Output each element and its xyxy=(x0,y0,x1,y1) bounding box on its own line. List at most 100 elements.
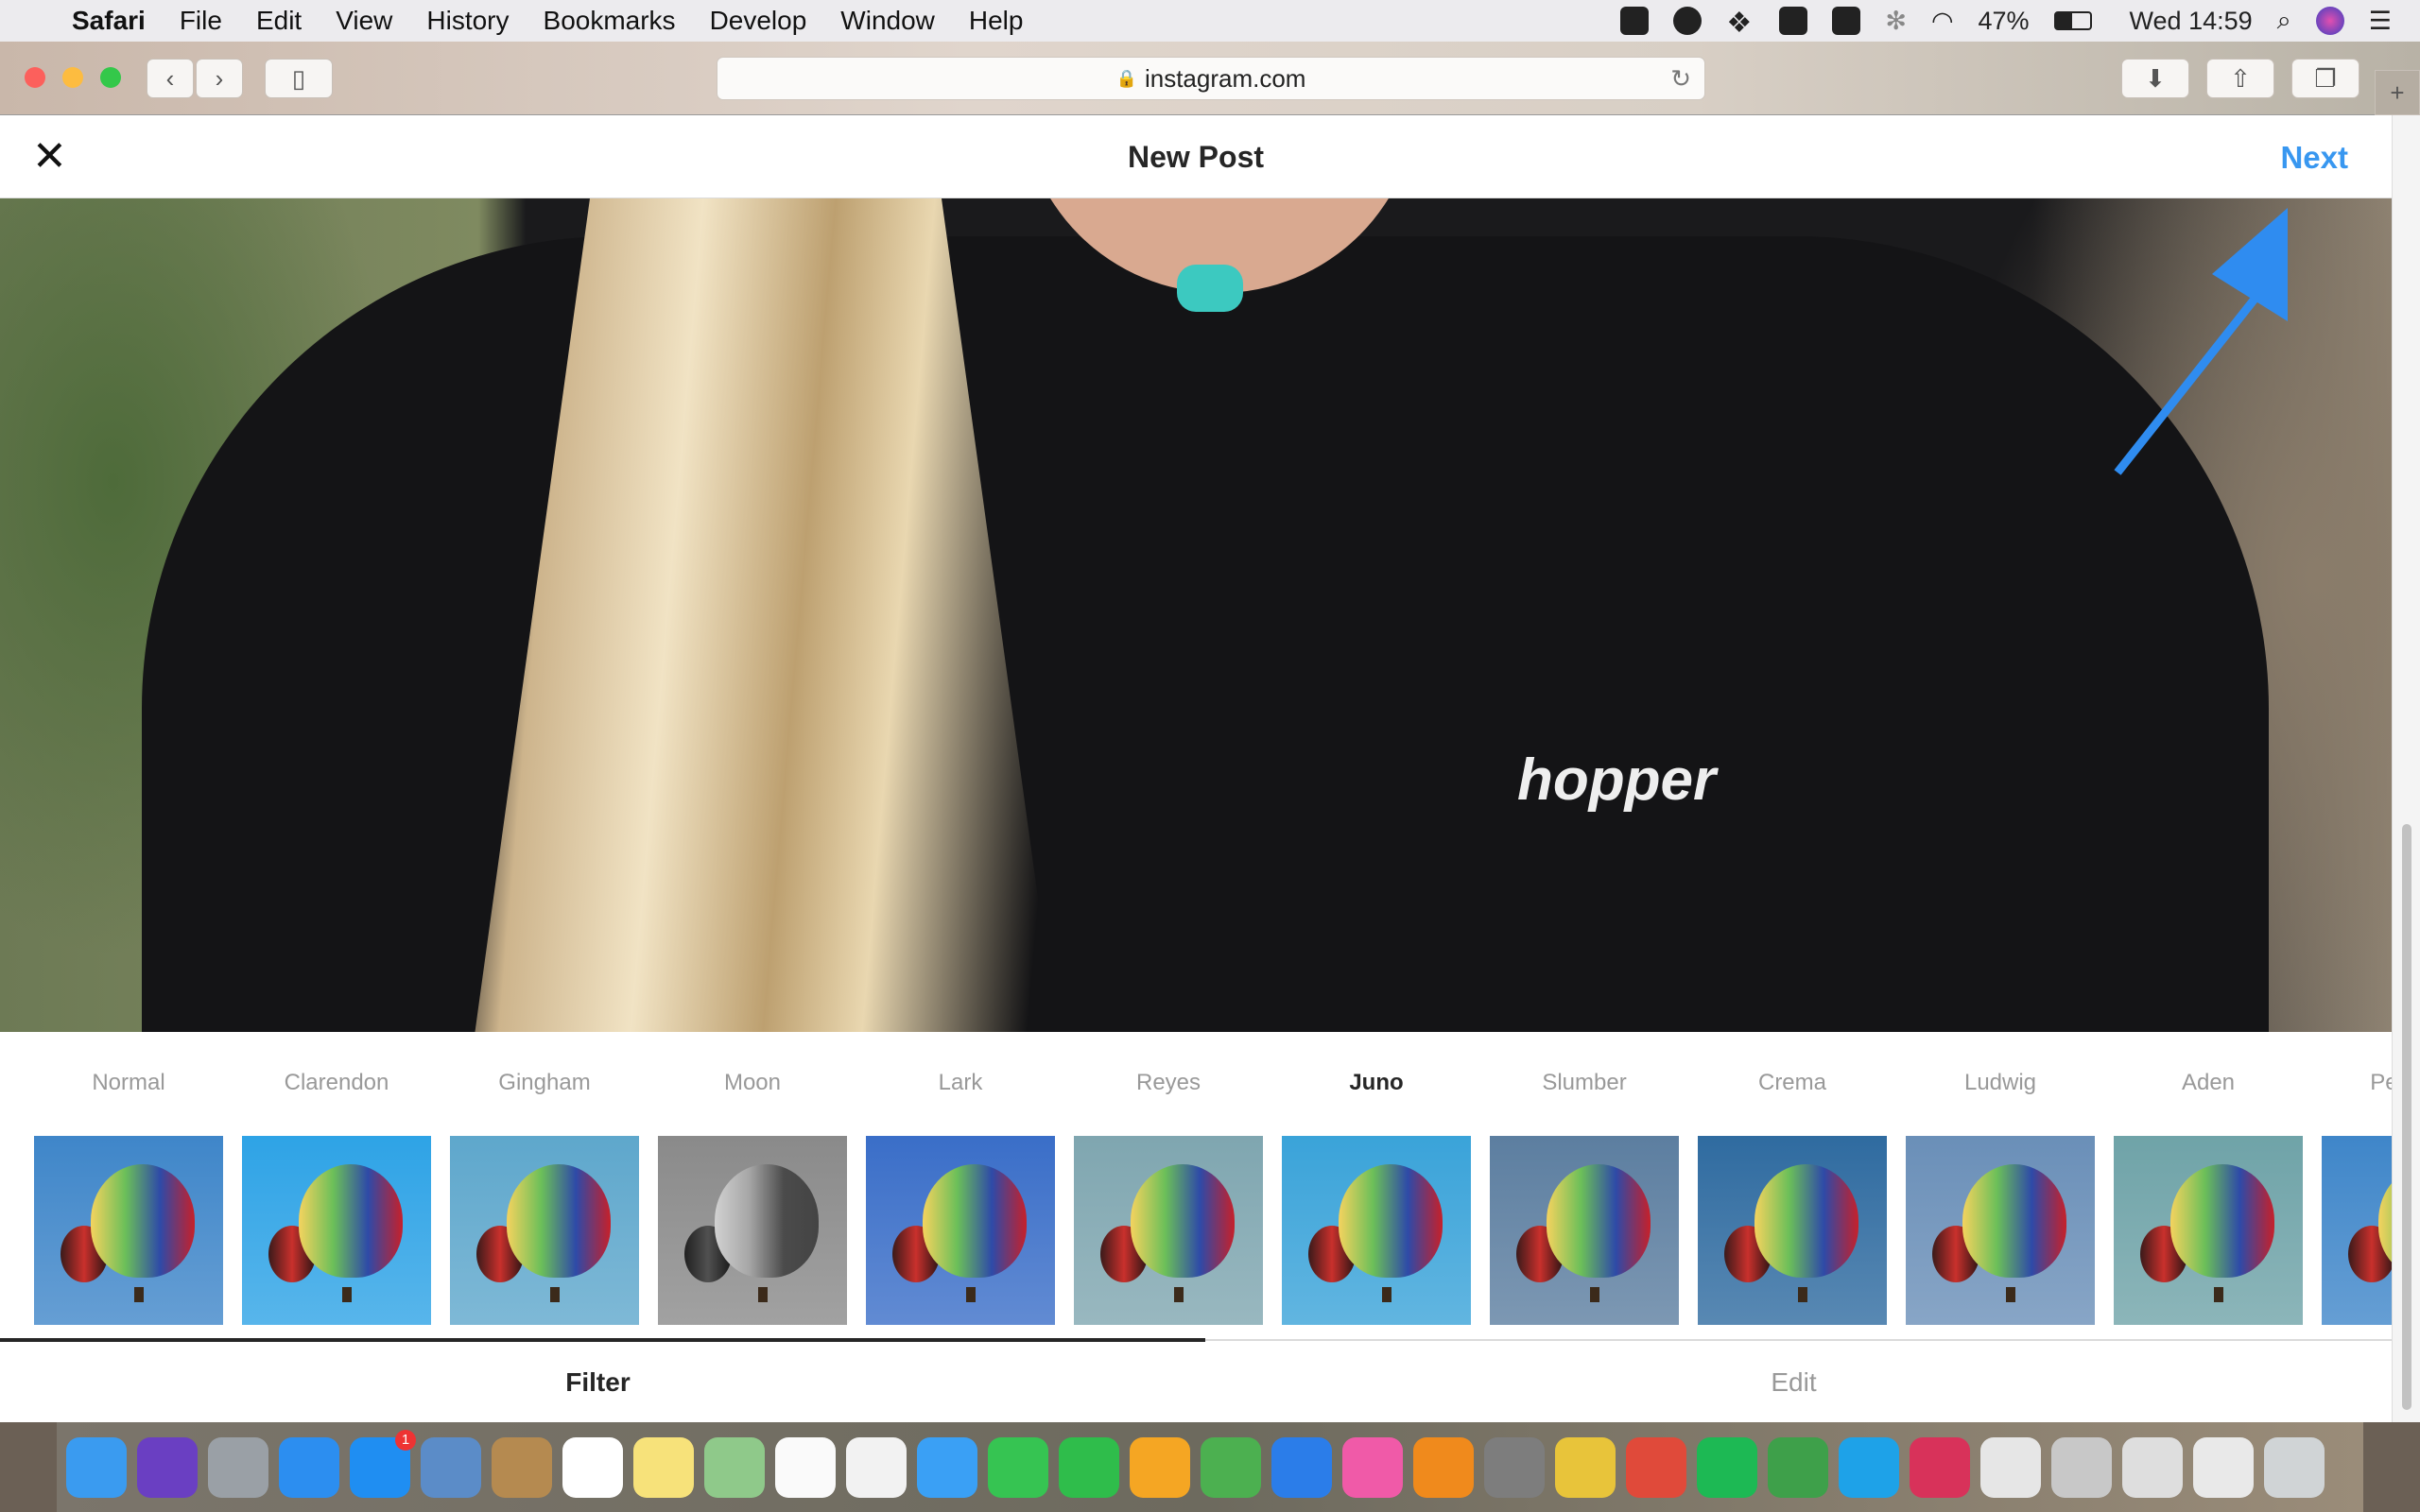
filter-crema[interactable]: Crema xyxy=(1698,1032,1887,1325)
filter-thumbnail[interactable] xyxy=(1282,1136,1471,1325)
evernote-status-icon[interactable] xyxy=(1779,7,1808,35)
filter-slumber[interactable]: Slumber xyxy=(1490,1032,1679,1325)
dock-ibooks-icon[interactable] xyxy=(1413,1436,1474,1498)
dock-itunes-icon[interactable] xyxy=(1342,1436,1403,1498)
filter-reyes[interactable]: Reyes xyxy=(1074,1032,1263,1325)
minimize-window-button[interactable] xyxy=(62,67,83,88)
filter-moon[interactable]: Moon xyxy=(658,1032,847,1325)
dock-finder-icon[interactable] xyxy=(66,1436,127,1498)
dock-preview-icon[interactable] xyxy=(421,1436,481,1498)
reload-icon[interactable]: ↻ xyxy=(1670,64,1691,94)
spotlight-search-icon[interactable]: ⌕ xyxy=(2277,6,2291,36)
filter-thumbnail[interactable] xyxy=(658,1136,847,1325)
dock-notes-icon[interactable] xyxy=(633,1436,694,1498)
zoom-window-button[interactable] xyxy=(100,67,121,88)
filter-lark[interactable]: Lark xyxy=(866,1032,1055,1325)
basket xyxy=(550,1287,560,1302)
dock-contacts-icon[interactable] xyxy=(492,1436,552,1498)
bluetooth-icon[interactable]: ✻ xyxy=(1885,7,1907,36)
filter-thumbnail[interactable] xyxy=(242,1136,431,1325)
next-button[interactable]: Next xyxy=(2280,140,2348,176)
editor-tabs: Filter Edit xyxy=(0,1338,2392,1422)
airmail-status-icon[interactable] xyxy=(1620,7,1650,35)
forward-button[interactable]: › xyxy=(196,59,243,98)
dock-maps-icon[interactable] xyxy=(704,1436,765,1498)
skype-status-icon[interactable] xyxy=(1673,7,1703,35)
menu-edit[interactable]: Edit xyxy=(256,6,302,36)
dock-slides-icon[interactable] xyxy=(1555,1436,1616,1498)
battery-icon[interactable] xyxy=(2053,11,2092,30)
tab-edit[interactable]: Edit xyxy=(1196,1367,2392,1398)
dock-pages-icon[interactable] xyxy=(1130,1436,1190,1498)
dock-photos-icon[interactable] xyxy=(846,1436,907,1498)
dock-numbers-icon[interactable] xyxy=(1201,1436,1261,1498)
tabs-overview-button[interactable]: ❐ xyxy=(2291,59,2360,98)
downloads-button[interactable]: ⬇ xyxy=(2121,59,2189,98)
filter-ludwig[interactable]: Ludwig xyxy=(1906,1032,2095,1325)
wifi-icon[interactable]: ◠ xyxy=(1931,7,1954,36)
dock-keynote-icon[interactable] xyxy=(1271,1436,1332,1498)
share-button[interactable]: ⇧ xyxy=(2206,59,2274,98)
dock-whatsapp-icon[interactable] xyxy=(1059,1436,1119,1498)
filter-aden[interactable]: Aden xyxy=(2114,1032,2303,1325)
basket xyxy=(758,1287,768,1302)
filter-thumbnail[interactable] xyxy=(1698,1136,1887,1325)
filter-thumbnail[interactable] xyxy=(1490,1136,1679,1325)
dock-window-4-icon[interactable] xyxy=(2193,1436,2254,1498)
clock[interactable]: Wed 14:59 xyxy=(2130,7,2253,36)
dock-airmail-icon[interactable] xyxy=(1910,1436,1970,1498)
back-button[interactable]: ‹ xyxy=(147,59,194,98)
siri-icon[interactable] xyxy=(2315,7,2344,35)
filter-normal[interactable]: Normal xyxy=(34,1032,223,1325)
filter-thumbnail[interactable] xyxy=(450,1136,639,1325)
menu-app-name[interactable]: Safari xyxy=(72,6,146,36)
dock-reminders-icon[interactable] xyxy=(775,1436,836,1498)
dock-skype-icon[interactable] xyxy=(1839,1436,1899,1498)
address-bar[interactable]: 🔒 instagram.com ↻ xyxy=(717,57,1705,100)
filter-thumbnail[interactable] xyxy=(1906,1136,2095,1325)
dock-window-3-icon[interactable] xyxy=(2122,1436,2183,1498)
dock-safari-icon[interactable] xyxy=(279,1436,339,1498)
filter-juno[interactable]: Juno xyxy=(1282,1032,1471,1325)
dock-messages-icon[interactable] xyxy=(917,1436,977,1498)
sidebar-button[interactable]: ▯ xyxy=(265,59,333,98)
dock-window-1-icon[interactable] xyxy=(1980,1436,2041,1498)
page-scrollbar[interactable] xyxy=(2392,115,2420,1422)
filter-thumbnail[interactable] xyxy=(34,1136,223,1325)
filter-clarendon[interactable]: Clarendon xyxy=(242,1032,431,1325)
filter-gingham[interactable]: Gingham xyxy=(450,1032,639,1325)
notification-center-icon[interactable]: ☰ xyxy=(2369,7,2392,36)
dock-trash-icon[interactable] xyxy=(2264,1436,2325,1498)
tab-filter[interactable]: Filter xyxy=(0,1367,1196,1398)
menu-window[interactable]: Window xyxy=(840,6,935,36)
dropbox-icon[interactable]: ❖ xyxy=(1726,7,1754,39)
menu-view[interactable]: View xyxy=(336,6,392,36)
menu-bookmarks[interactable]: Bookmarks xyxy=(544,6,676,36)
dock-calendar-icon[interactable] xyxy=(562,1436,623,1498)
filter-thumbnail[interactable] xyxy=(866,1136,1055,1325)
dock-evernote-icon[interactable] xyxy=(1768,1436,1828,1498)
dock-system-preferences-icon[interactable] xyxy=(1484,1436,1545,1498)
google-drive-icon[interactable] xyxy=(1832,7,1861,35)
dock-facetime-icon[interactable] xyxy=(988,1436,1048,1498)
menu-file[interactable]: File xyxy=(180,6,222,36)
dock-spotify-icon[interactable] xyxy=(1697,1436,1757,1498)
menu-help[interactable]: Help xyxy=(969,6,1024,36)
basket xyxy=(1798,1287,1807,1302)
close-window-button[interactable] xyxy=(25,67,45,88)
dock-chrome-icon[interactable] xyxy=(1626,1436,1686,1498)
menu-develop[interactable]: Develop xyxy=(710,6,807,36)
filter-label: Crema xyxy=(1757,1070,1826,1095)
browser-toolbar: ‹ › ▯ 🔒 instagram.com ↻ ⬇ ⇧ ❐ + xyxy=(0,42,2420,115)
dock: 1 xyxy=(57,1422,2363,1512)
new-tab-button[interactable]: + xyxy=(2375,70,2420,115)
dock-launchpad-icon[interactable] xyxy=(208,1436,268,1498)
filter-thumbnail[interactable] xyxy=(2114,1136,2303,1325)
scrollbar-thumb[interactable] xyxy=(2402,824,2411,1410)
filter-label: Aden xyxy=(2181,1070,2236,1095)
menu-history[interactable]: History xyxy=(426,6,509,36)
filter-thumbnail[interactable] xyxy=(1074,1136,1263,1325)
dock-app-store-icon[interactable]: 1 xyxy=(350,1429,416,1498)
dock-window-2-icon[interactable] xyxy=(2051,1436,2112,1498)
dock-siri-icon[interactable] xyxy=(137,1436,198,1498)
